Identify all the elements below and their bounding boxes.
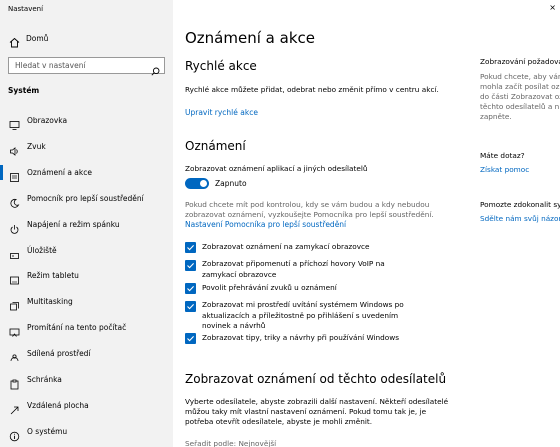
search-input[interactable]: Hledat v nastavení (8, 57, 165, 76)
checkbox-label: Zobrazovat tipy, triky a návrhy při použ… (202, 333, 400, 342)
checkbox-label: Zobrazovat oznámení na zamykací obrazovc… (202, 242, 370, 251)
feedback-heading: Pomozte zdokonalit syst (480, 200, 560, 209)
tablet-icon (9, 271, 20, 285)
sidebar-item-label: Sdílená prostředí (27, 349, 91, 358)
get-help-link[interactable]: Získat pomoc (480, 165, 529, 174)
window-title: Nastavení (8, 5, 44, 13)
checkbox-label: Zobrazovat mi prostředí uvítání systémem… (202, 300, 404, 330)
sidebar-item-label: O systému (27, 427, 68, 436)
power-icon (9, 220, 20, 234)
checkbox-lockscreen-voip[interactable] (185, 260, 196, 271)
notifications-toggle[interactable] (185, 178, 209, 189)
toggle-knob (200, 180, 207, 187)
sidebar-item-multitasking[interactable]: Multitasking (0, 292, 173, 312)
checkbox-welcome-experience[interactable] (185, 301, 196, 312)
monitor-icon (9, 116, 20, 130)
search-placeholder: Hledat v nastavení (15, 61, 86, 70)
shared-icon (9, 349, 20, 362)
remote-icon (9, 401, 20, 415)
sidebar-item-label: Pomocník pro lepší soustředění (27, 194, 144, 203)
sidebar-item-oznameni[interactable]: Oznámení a akce (0, 163, 173, 183)
sidebar-item-label: Režim tabletu (27, 271, 79, 280)
sidebar-item-napajeni[interactable]: Napájení a režim spánku (0, 215, 173, 235)
focus-assist-settings-link[interactable]: Nastavení Pomocníka pro lepší soustředěn… (185, 220, 346, 229)
checkbox-lockscreen-notifications[interactable] (185, 242, 196, 253)
sidebar: Nastavení Domů Hledat v nastavení Systém… (0, 0, 173, 447)
sidebar-item-obrazovka[interactable]: Obrazovka (0, 111, 173, 131)
search-icon (151, 61, 160, 80)
close-icon[interactable]: × (549, 3, 556, 12)
sidebar-item-vzdalena[interactable]: Vzdálená plocha (0, 396, 173, 416)
sort-dropdown[interactable]: Seřadit podle: Nejnovější (185, 438, 276, 447)
sidebar-item-label: Vzdálená plocha (27, 401, 89, 410)
sidebar-item-schranka[interactable]: Schránka (0, 370, 173, 390)
clipboard-icon (9, 375, 20, 390)
sidebar-item-uloziste[interactable]: Úložiště (0, 241, 173, 261)
sidebar-item-promitani[interactable]: Promítání na tento počítač (0, 318, 173, 338)
focus-info-line2: zobrazovat oznámení, vyzkoušejte Pomocní… (185, 210, 434, 219)
speaker-icon (9, 142, 20, 156)
toggle-state-label: Zapnuto (215, 179, 247, 188)
right-heading: Zobrazování požadova (480, 57, 560, 66)
sidebar-item-label: Schránka (27, 375, 62, 384)
quick-actions-heading: Rychlé akce (185, 59, 257, 73)
main-content: Oznámení a akce Rychlé akce Rychlé akce … (173, 0, 473, 447)
notifications-toggle-caption: Zobrazovat oznámení aplikací a jiných od… (185, 164, 368, 173)
home-icon (9, 33, 20, 52)
edit-quick-actions-link[interactable]: Upravit rychlé akce (185, 108, 258, 117)
checkbox-tips-tricks[interactable] (185, 333, 196, 344)
notifications-heading: Oznámení (185, 139, 246, 153)
sidebar-item-label: Obrazovka (27, 116, 68, 125)
sidebar-item-sdilena[interactable]: Sdílená prostředí (0, 344, 173, 364)
right-text-line: mohla začít posílat ozná (480, 82, 560, 91)
sidebar-item-o-systemu[interactable]: O systému (0, 422, 173, 442)
help-heading: Máte dotaz? (480, 151, 525, 160)
sidebar-item-rezim-tabletu[interactable]: Režim tabletu (0, 266, 173, 286)
sidebar-section-title: Systém (8, 86, 40, 95)
multitasking-icon (9, 297, 20, 311)
senders-heading: Zobrazovat oznámení od těchto odesílatel… (185, 372, 447, 386)
sidebar-item-label: Úložiště (27, 246, 57, 255)
sidebar-item-label: Zvuk (27, 142, 46, 151)
moon-icon (9, 194, 20, 208)
sidebar-item-label: Multitasking (27, 297, 73, 306)
sidebar-item-label: Oznámení a akce (27, 168, 92, 177)
storage-icon (9, 246, 20, 259)
sidebar-home-label: Domů (26, 34, 49, 43)
related-panel: × Zobrazování požadova Pokud chcete, aby… (473, 0, 560, 447)
checkbox-notification-sounds[interactable] (185, 283, 196, 294)
senders-text-line3: potřeba otevřít odesílatele, abyste je m… (185, 417, 373, 426)
right-text-line: zapněte. (480, 112, 512, 121)
feedback-link[interactable]: Sdělte nám svůj názor (480, 214, 560, 223)
page-title: Oznámení a akce (185, 29, 315, 47)
right-text-line: těchto odesílatelů a n (480, 102, 560, 111)
sidebar-item-label: Napájení a režim spánku (27, 220, 120, 229)
sidebar-item-label: Promítání na tento počítač (27, 323, 127, 332)
sidebar-item-zvuk[interactable]: Zvuk (0, 137, 173, 157)
checkbox-label: Zobrazovat připomenutí a příchozí hovory… (202, 259, 385, 279)
sidebar-home[interactable]: Domů (0, 30, 173, 48)
sidebar-item-soustredeni[interactable]: Pomocník pro lepší soustředění (0, 189, 173, 209)
info-icon (9, 427, 20, 442)
projector-icon (9, 323, 20, 337)
notification-icon (9, 168, 20, 182)
right-text-line: do části Zobrazovat ozn (480, 92, 560, 101)
right-text-line: Pokud chcete, aby vám (480, 72, 560, 81)
quick-actions-text: Rychlé akce můžete přidat, odebrat nebo … (185, 85, 439, 94)
checkbox-label: Povolit přehrávání zvuků u oznámení (202, 283, 337, 292)
